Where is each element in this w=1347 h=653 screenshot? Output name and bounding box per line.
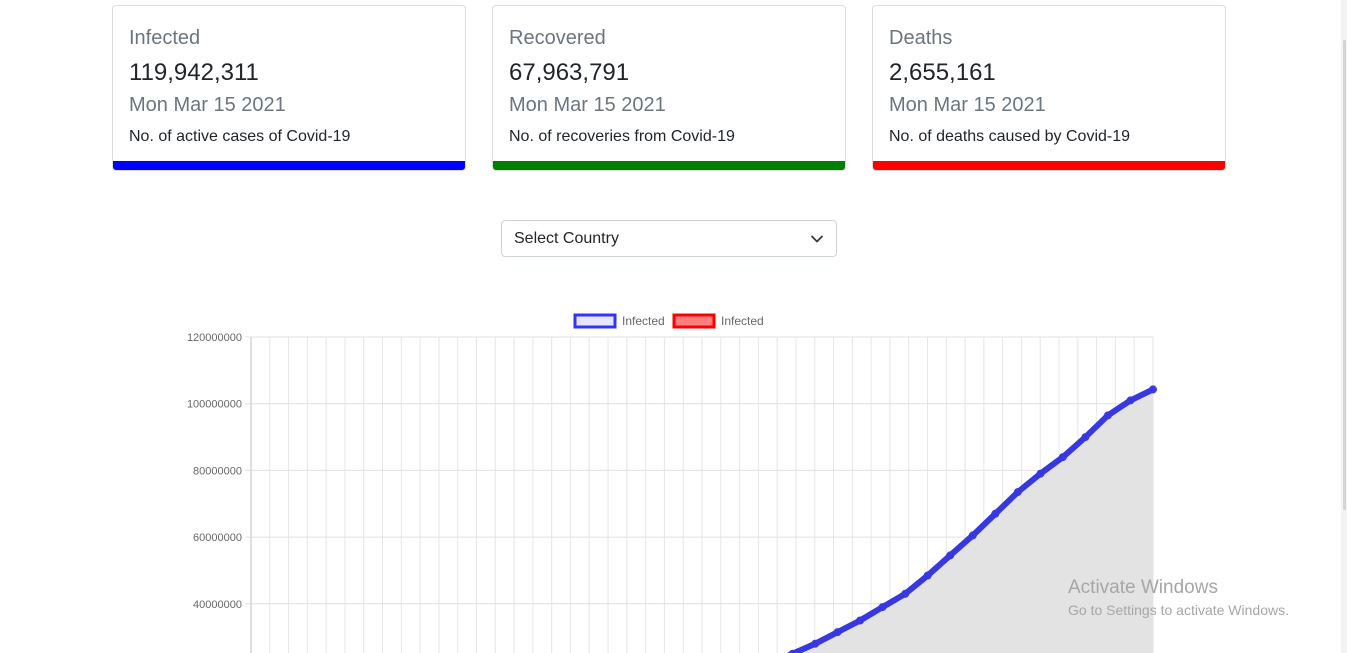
data-point <box>856 616 865 625</box>
card-color-bar <box>493 161 845 170</box>
activate-windows-watermark: Activate Windows Go to Settings to activ… <box>1068 577 1289 620</box>
chevron-down-icon <box>811 235 823 243</box>
scrollbar[interactable] <box>1341 0 1347 653</box>
legend-label: Infected <box>622 314 665 328</box>
card-value: 119,942,311 <box>129 59 259 86</box>
country-select[interactable]: Select Country <box>501 220 837 257</box>
data-point <box>1149 385 1157 394</box>
data-point <box>1103 411 1112 420</box>
deaths-card: Deaths 2,655,161 Mon Mar 15 2021 No. of … <box>872 5 1226 171</box>
scrollbar-thumb[interactable] <box>1343 40 1346 510</box>
y-tick-label: 100000000 <box>187 399 242 411</box>
y-tick-label: 120000000 <box>187 332 242 344</box>
legend-swatch <box>573 313 617 329</box>
card-title: Recovered <box>509 27 606 49</box>
card-date: Mon Mar 15 2021 <box>129 94 286 116</box>
data-point <box>923 571 932 580</box>
card-color-bar <box>873 161 1225 170</box>
card-description: No. of recoveries from Covid-19 <box>509 128 735 145</box>
data-point <box>1081 433 1090 442</box>
data-point <box>991 509 1000 518</box>
data-point <box>1036 469 1045 478</box>
card-value: 67,963,791 <box>509 59 630 86</box>
data-point <box>968 531 977 540</box>
recovered-card: Recovered 67,963,791 Mon Mar 15 2021 No.… <box>492 5 846 171</box>
watermark-subtitle: Go to Settings to activate Windows. <box>1068 602 1289 618</box>
card-description: No. of active cases of Covid-19 <box>129 128 351 145</box>
card-date: Mon Mar 15 2021 <box>509 94 666 116</box>
y-tick-label: 40000000 <box>193 599 242 611</box>
y-tick-label: 80000000 <box>193 465 242 477</box>
watermark-title: Activate Windows <box>1068 577 1218 598</box>
data-point <box>878 603 887 612</box>
legend-swatch <box>672 313 716 329</box>
card-title: Deaths <box>889 27 953 49</box>
card-value: 2,655,161 <box>889 59 996 86</box>
infected-card: Infected 119,942,311 Mon Mar 15 2021 No.… <box>112 5 466 171</box>
y-tick-label: 60000000 <box>193 532 242 544</box>
data-point <box>811 639 820 648</box>
card-title: Infected <box>129 27 201 49</box>
card-description: No. of deaths caused by Covid-19 <box>889 128 1131 145</box>
data-point <box>1013 488 1022 497</box>
data-point <box>1126 396 1135 405</box>
card-color-bar <box>113 161 465 170</box>
data-point <box>946 551 955 560</box>
data-point <box>901 589 910 598</box>
data-point <box>833 628 842 637</box>
country-select-value: Select Country <box>514 230 619 247</box>
legend-label: Infected <box>721 314 764 328</box>
data-point <box>1058 453 1067 462</box>
covid-dashboard: Infected 119,942,311 Mon Mar 15 2021 No.… <box>0 0 1347 653</box>
card-date: Mon Mar 15 2021 <box>889 94 1046 116</box>
